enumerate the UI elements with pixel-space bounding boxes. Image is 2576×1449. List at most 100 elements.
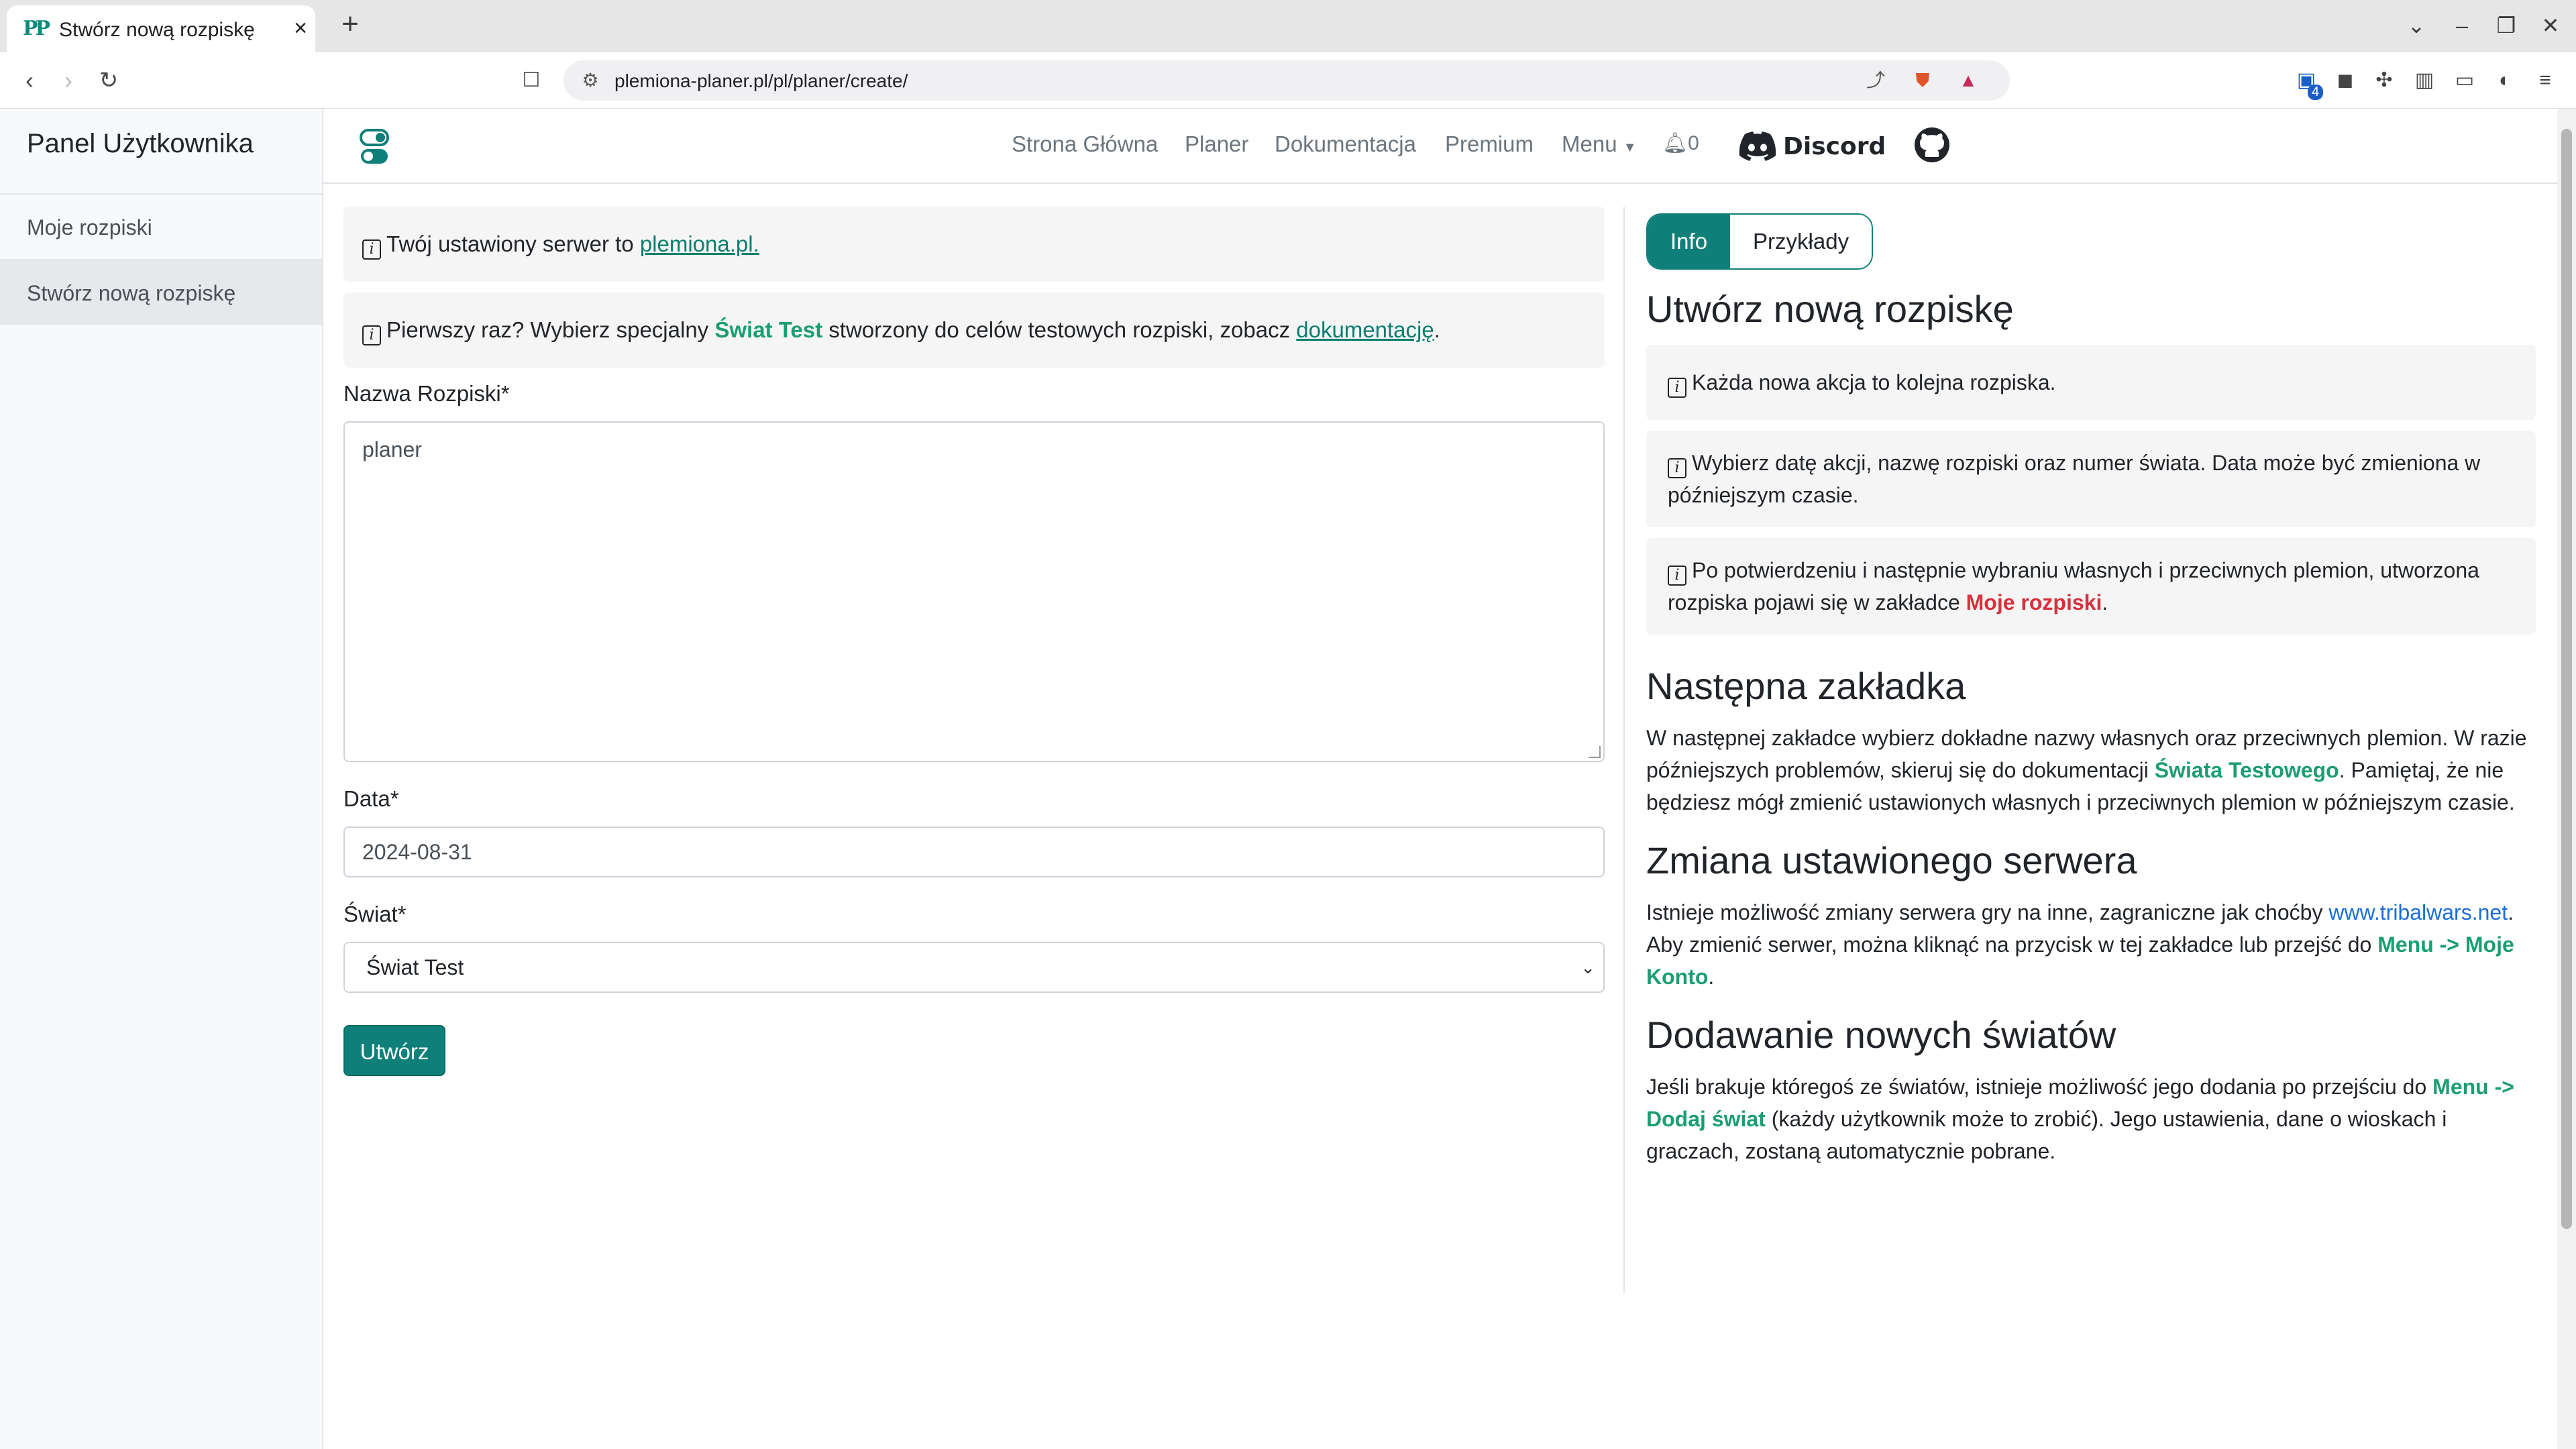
vpn-icon[interactable]: ◐ [2491, 67, 2518, 94]
info-box-1-text: Każda nowa akcja to kolejna rozpiska. [1692, 370, 2056, 394]
notifications-count: 0 [1688, 132, 1699, 154]
server-link[interactable]: plemiona.pl. [640, 231, 759, 256]
tab-title: Stwórz nową rozpiskę [59, 19, 255, 41]
sidebar: Panel Użytkownika Moje rozpiski Stwórz n… [0, 109, 323, 1449]
nav-premium[interactable]: Premium [1445, 131, 1534, 157]
reload-button[interactable]: ↻ [94, 66, 123, 95]
tab-examples[interactable]: Przykłady [1730, 215, 1872, 268]
extension-2-icon[interactable]: ◼ [2332, 67, 2359, 94]
restore-button[interactable]: ❐ [2493, 12, 2520, 39]
page-scrollbar[interactable] [2557, 109, 2576, 1449]
add-worlds-suffix: (każdy użytkownik może to zrobić). Jego … [1646, 1107, 2447, 1163]
plan-name-value: planer [362, 437, 422, 462]
brave-rewards-icon[interactable]: ▲ [1956, 68, 1980, 93]
top-navbar: Strona Główna Planer Dokumentacja Premiu… [323, 109, 2557, 184]
sidebar-item-create-plan[interactable]: Stwórz nową rozpiskę [0, 259, 322, 325]
back-button[interactable]: ‹ [15, 66, 44, 95]
nav-planner[interactable]: Planer [1185, 131, 1248, 157]
discord-link[interactable]: Discord [1739, 126, 1886, 166]
caret-down-icon: ▼ [1623, 140, 1637, 155]
date-value: 2024-08-31 [362, 840, 472, 864]
new-tab-button[interactable]: + [335, 9, 365, 40]
my-plans-link[interactable]: Moje rozpiski [1966, 590, 2102, 614]
chevron-down-icon: ⌄ [1580, 957, 1595, 977]
change-server-text: Istnieje możliwość zmiany serwera gry na… [1646, 900, 2329, 924]
tab-list-chevron-icon[interactable]: ⌄ [2403, 12, 2430, 39]
url-text: plemiona-planer.pl/pl/planer/create/ [614, 70, 908, 91]
nav-home[interactable]: Strona Główna [1012, 131, 1158, 157]
brave-shield-icon[interactable]: ⛊ [1911, 68, 1935, 93]
plan-name-textarea[interactable]: planer [343, 421, 1605, 762]
logo-icon[interactable] [360, 129, 389, 165]
discord-label: Discord [1783, 132, 1886, 160]
info-box-1: i Każda nowa akcja to kolejna rozpiska. [1646, 345, 2536, 420]
add-worlds-text: Jeśli brakuje któregoś ze światów, istni… [1646, 1075, 2433, 1099]
first-time-text-suffix: . [1434, 317, 1440, 342]
close-tab-icon[interactable]: × [288, 16, 313, 40]
info-icon: i [362, 239, 381, 260]
favicon-icon: PP [23, 17, 50, 40]
menu-icon[interactable]: ≡ [2532, 67, 2559, 94]
bookmark-icon[interactable]: ☐ [517, 66, 546, 95]
extension-badge: 4 [2308, 85, 2324, 100]
next-tab-paragraph: W następnej zakładce wybierz dokładne na… [1646, 722, 2536, 818]
tribalwars-link[interactable]: www.tribalwars.net [2328, 900, 2508, 924]
github-icon[interactable] [1913, 126, 1951, 164]
info-box-2: i Wybierz datę akcji, nazwę rozpiski oraz… [1646, 431, 2536, 527]
info-icon: i [1668, 566, 1686, 586]
heading-change-server: Zmiana ustawionego serwera [1646, 839, 2137, 881]
info-icon: i [362, 325, 381, 345]
documentation-link[interactable]: dokumentację [1296, 317, 1434, 342]
puzzle-icon[interactable]: ✣ [2371, 67, 2398, 94]
address-bar[interactable]: ⚙ plemiona-planer.pl/pl/planer/create/ ⤴… [564, 60, 2010, 101]
info-box-2-text: Wybierz datę akcji, nazwę rozpiski oraz … [1668, 451, 2481, 507]
notifications-button[interactable]: 🔔︎0 [1662, 131, 1699, 155]
wallet-icon[interactable]: ▭ [2451, 67, 2478, 94]
first-time-text: Pierwszy raz? Wybierz specjalny [386, 317, 715, 342]
site-settings-icon[interactable]: ⚙ [578, 68, 602, 93]
tab-strip: PP Stwórz nową rozpiskę × + ⌄ – ❐ ✕ [0, 0, 2576, 52]
nav-menu-label: Menu [1562, 131, 1617, 156]
forward-button[interactable]: › [54, 66, 83, 95]
scrollbar-thumb[interactable] [2561, 129, 2572, 1229]
server-info-box: i Twój ustawiony serwer to plemiona.pl. [343, 207, 1605, 282]
sidebar-heading: Panel Użytkownika [27, 129, 254, 158]
resize-handle-icon[interactable] [1589, 746, 1601, 758]
share-icon[interactable]: ⤴ [1864, 68, 1888, 93]
close-window-button[interactable]: ✕ [2537, 12, 2564, 39]
world-label: Świat* [343, 902, 407, 926]
info-icon: i [1668, 458, 1686, 478]
browser-tab-active[interactable]: PP Stwórz nową rozpiskę × [7, 5, 315, 52]
date-input[interactable]: 2024-08-31 [343, 826, 1605, 877]
heading-add-worlds: Dodawanie nowych światów [1646, 1014, 2116, 1056]
server-info-text: Twój ustawiony serwer to [386, 231, 640, 256]
tab-info[interactable]: Info [1648, 215, 1731, 268]
info-box-3-suffix: . [2102, 590, 2108, 614]
nav-menu-dropdown[interactable]: Menu ▼ [1562, 131, 1637, 157]
create-button[interactable]: Utwórz [343, 1025, 445, 1076]
name-label: Nazwa Rozpiski* [343, 381, 510, 406]
first-time-info-box: i Pierwszy raz? Wybierz specjalny Świat T… [343, 292, 1605, 368]
nav-documentation[interactable]: Dokumentacja [1275, 131, 1416, 157]
discord-icon [1739, 131, 1776, 161]
test-world-highlight: Świat Test [714, 317, 823, 342]
heading-create-plan: Utwórz nową rozpiskę [1646, 288, 2014, 330]
change-server-paragraph: Istnieje możliwość zmiany serwera gry na… [1646, 896, 2536, 993]
column-divider [1623, 207, 1625, 1293]
first-time-text-middle: stworzony do celów testowych rozpiski, z… [822, 317, 1297, 342]
info-icon: i [1668, 378, 1686, 398]
bell-icon: 🔔︎ [1662, 132, 1688, 154]
minimize-button[interactable]: – [2449, 12, 2475, 39]
page: Panel Użytkownika Moje rozpiski Stwórz n… [0, 109, 2576, 1449]
date-label: Data* [343, 786, 399, 811]
change-server-suffix: . [1708, 965, 1715, 989]
world-select[interactable]: Świat Test ⌄ [343, 942, 1605, 993]
sidebar-item-my-plans[interactable]: Moje rozpiski [0, 193, 322, 259]
browser-toolbar: ‹ › ↻ ☐ ⚙ plemiona-planer.pl/pl/planer/c… [0, 52, 2576, 109]
test-world-docs-link[interactable]: Świata Testowego [2155, 758, 2339, 782]
world-select-value: Świat Test [366, 955, 464, 979]
info-box-3: i Po potwierdzeniu i następnie wybraniu w… [1646, 538, 2536, 635]
info-tabs: Info Przykłady [1646, 213, 1874, 270]
sidebar-toggle-icon[interactable]: ▥ [2411, 67, 2438, 94]
heading-next-tab: Następna zakładka [1646, 665, 1966, 707]
